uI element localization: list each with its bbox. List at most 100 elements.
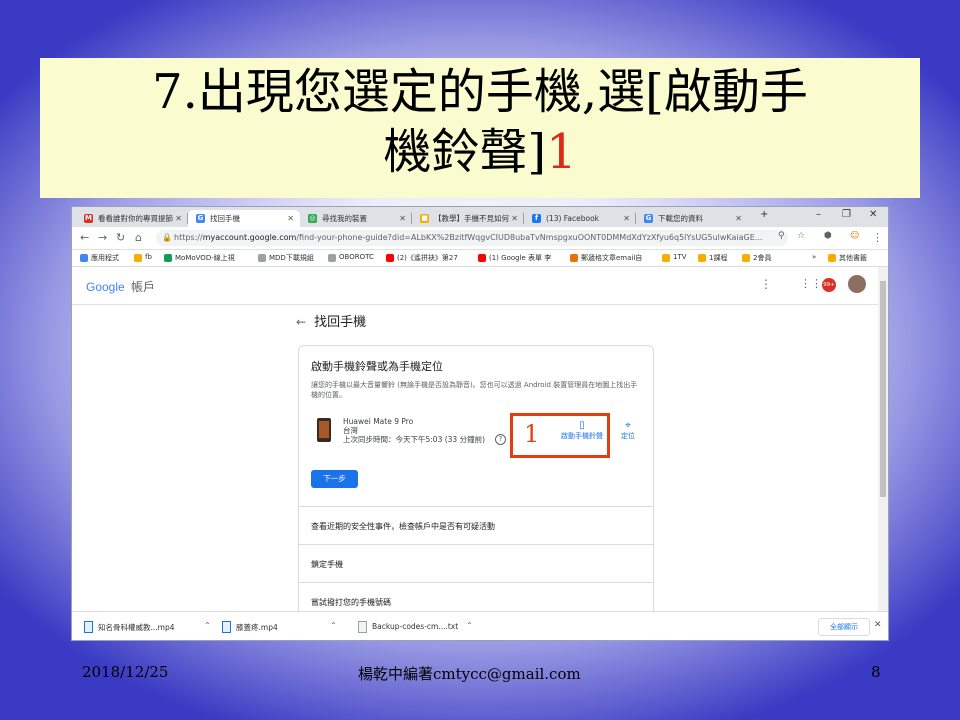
google-logo[interactable]: Google 帳戶 (86, 278, 155, 295)
slide-title-mark: 1 (546, 124, 577, 180)
profile-icon[interactable]: ☺ (850, 231, 859, 241)
notification-badge[interactable]: 99+ (822, 278, 836, 292)
lock-phone-row[interactable]: 鎖定手機 (299, 544, 653, 583)
show-all-downloads-button[interactable]: 全部顯示 (818, 618, 870, 636)
close-tab-icon[interactable]: ✕ (175, 210, 182, 227)
back-arrow-icon[interactable]: ← (296, 315, 306, 329)
bookmarks-more[interactable]: » (812, 253, 816, 261)
page-icon (328, 254, 336, 262)
close-downloads-icon[interactable]: ✕ (874, 620, 882, 630)
slide-page-number: 8 (871, 663, 881, 681)
close-tab-icon[interactable]: ✕ (287, 210, 294, 227)
scrollbar[interactable] (878, 267, 888, 611)
close-window-button[interactable]: ✕ (869, 209, 877, 220)
bookmark-member[interactable]: 2會員 (742, 253, 771, 263)
tab-2[interactable]: ◎ 尋找我的裝置 ✕ (300, 210, 412, 227)
next-button[interactable]: 下一步 (311, 470, 358, 488)
google-icon: G (644, 214, 653, 223)
bookmark-apps[interactable]: 應用程式 (80, 253, 119, 263)
download-item-0[interactable]: 知名骨科權威教...mp4 ⌃ (84, 621, 211, 633)
slide-title: 7.出現您選定的手機,選[啟動手 機鈴聲]1 (40, 58, 920, 198)
star-icon[interactable]: ☆ (797, 231, 805, 241)
avatar[interactable] (848, 275, 866, 293)
device-region: 台灣 (343, 426, 358, 435)
find-device-icon: ◎ (308, 214, 317, 223)
apps-grid-icon[interactable]: ⋮⋮ (800, 277, 822, 290)
locate-button[interactable]: ⌖ 定位 (621, 420, 635, 441)
chevron-up-icon[interactable]: ⌃ (466, 621, 473, 630)
bookmark-mdd[interactable]: MDD下載規組 (258, 253, 314, 263)
scrollbar-thumb[interactable] (880, 281, 886, 497)
file-icon (358, 621, 367, 633)
back-arrow-icon[interactable]: ← (80, 231, 89, 244)
device-name: Huawei Mate 9 Pro (343, 417, 414, 426)
google-icon: G (196, 214, 205, 223)
new-tab-button[interactable]: + (760, 209, 768, 220)
close-tab-icon[interactable]: ✕ (623, 210, 630, 227)
reload-icon[interactable]: ↻ (116, 231, 125, 244)
annotation-number: 1 (524, 420, 540, 448)
page-icon (258, 254, 266, 262)
blog-icon: ■ (420, 214, 429, 223)
security-events-row[interactable]: 查看近期的安全性事件，檢查帳戶中是否有可疑活動 (299, 506, 653, 545)
apps-icon (80, 254, 88, 262)
momo-icon (164, 254, 172, 262)
bookmark-oborotc[interactable]: OBOROTC (328, 253, 374, 262)
tab-bar: M 看看誰對你的專買提節 ✕ G 找回手機 ✕ ◎ 尋找我的裝置 ✕ ■ 【教學】手機不見如何… (72, 207, 888, 227)
downloads-bar: 知名骨科權威教...mp4 ⌃ 膝蓋疼.mp4 ⌃ Backup-codes-cm.… (72, 611, 888, 640)
chevron-up-icon[interactable]: ⌃ (330, 621, 337, 630)
close-tab-icon[interactable]: ✕ (511, 210, 518, 227)
bookmark-youtube-2[interactable]: (1) Google 表單 李 (478, 253, 551, 263)
extension-icon[interactable]: ⬢ (824, 231, 832, 241)
minimize-button[interactable]: – (816, 209, 821, 220)
youtube-icon (478, 254, 486, 262)
device-sync-time: 上次同步時間：今天下午5:03 (33 分鐘前) (343, 435, 486, 444)
tab-5[interactable]: G 下載您的資料 ✕ (636, 210, 748, 227)
url-field[interactable]: 🔒 https://myaccount.google.com/find-your-… (156, 230, 788, 246)
main-content: ← 找回手機 啟動手機鈴聲或為手機定位 讓您的手機以最大音量響鈴 (無論手機是否設… (72, 305, 878, 627)
search-icon[interactable]: ⚲ (778, 231, 785, 241)
bookmarks-bar: 應用程式 fb MoMoVOD-線上視 MDD下載規組 OBOROTC (2)《… (72, 250, 888, 267)
slide-title-line1: 7.出現您選定的手機,選[啟動手 (152, 64, 808, 120)
bookmark-1tv[interactable]: 1TV (662, 253, 687, 262)
bookmark-course[interactable]: 1課程 (698, 253, 727, 263)
bookmark-youtube-1[interactable]: (2)《遙拼袂》第27 (386, 253, 458, 263)
youtube-icon (386, 254, 394, 262)
slide-date: 2018/12/25 (82, 663, 169, 681)
more-options-icon[interactable]: ⋮ (760, 277, 772, 291)
close-tab-icon[interactable]: ✕ (399, 210, 406, 227)
menu-icon[interactable]: ⋮ (872, 231, 883, 244)
close-tab-icon[interactable]: ✕ (735, 210, 742, 227)
folder-icon (828, 254, 836, 262)
card-description: 讓您的手機以最大音量響鈴 (無論手機是否設為靜音)。您也可以透過 Android… (311, 381, 638, 399)
device-info: Huawei Mate 9 Pro 台灣 上次同步時間：今天下午5:03 (33… (343, 417, 485, 444)
maximize-button[interactable]: ❐ (842, 209, 851, 220)
bookmark-blogger[interactable]: 郵遞格文章email自 (570, 253, 642, 263)
chevron-up-icon[interactable]: ⌃ (204, 621, 211, 630)
folder-icon (742, 254, 750, 262)
download-item-2[interactable]: Backup-codes-cm....txt ⌃ (358, 621, 473, 633)
file-icon (222, 621, 231, 633)
bookmark-momovod[interactable]: MoMoVOD-線上視 (164, 253, 235, 263)
tab-0[interactable]: M 看看誰對你的專買提節 ✕ (76, 210, 188, 227)
phone-icon (317, 418, 331, 442)
home-icon[interactable]: ⌂ (135, 231, 142, 244)
bookmark-other[interactable]: 其他書籤 (828, 253, 867, 263)
facebook-icon: f (532, 214, 541, 223)
tab-1[interactable]: G 找回手機 ✕ (188, 210, 300, 227)
folder-icon (698, 254, 706, 262)
find-phone-card: 啟動手機鈴聲或為手機定位 讓您的手機以最大音量響鈴 (無論手機是否設為靜音)。您… (298, 345, 654, 627)
bookmark-fb[interactable]: fb (134, 253, 152, 262)
lock-icon: 🔒 (162, 233, 172, 242)
card-title: 啟動手機鈴聲或為手機定位 (311, 360, 443, 373)
browser-screenshot: M 看看誰對你的專買提節 ✕ G 找回手機 ✕ ◎ 尋找我的裝置 ✕ ■ 【教學】手機不見如何… (72, 207, 888, 640)
tab-3[interactable]: ■ 【教學】手機不見如何 ✕ (412, 210, 524, 227)
help-icon[interactable]: ? (495, 434, 506, 445)
slide-author: 楊乾中編著cmtycc@gmail.com (358, 665, 581, 683)
download-item-1[interactable]: 膝蓋疼.mp4 ⌃ (222, 621, 337, 633)
blogger-icon (570, 254, 578, 262)
folder-icon (134, 254, 142, 262)
tab-4[interactable]: f (13) Facebook ✕ (524, 210, 636, 227)
gmail-icon: M (84, 214, 93, 223)
forward-arrow-icon[interactable]: → (98, 231, 107, 244)
